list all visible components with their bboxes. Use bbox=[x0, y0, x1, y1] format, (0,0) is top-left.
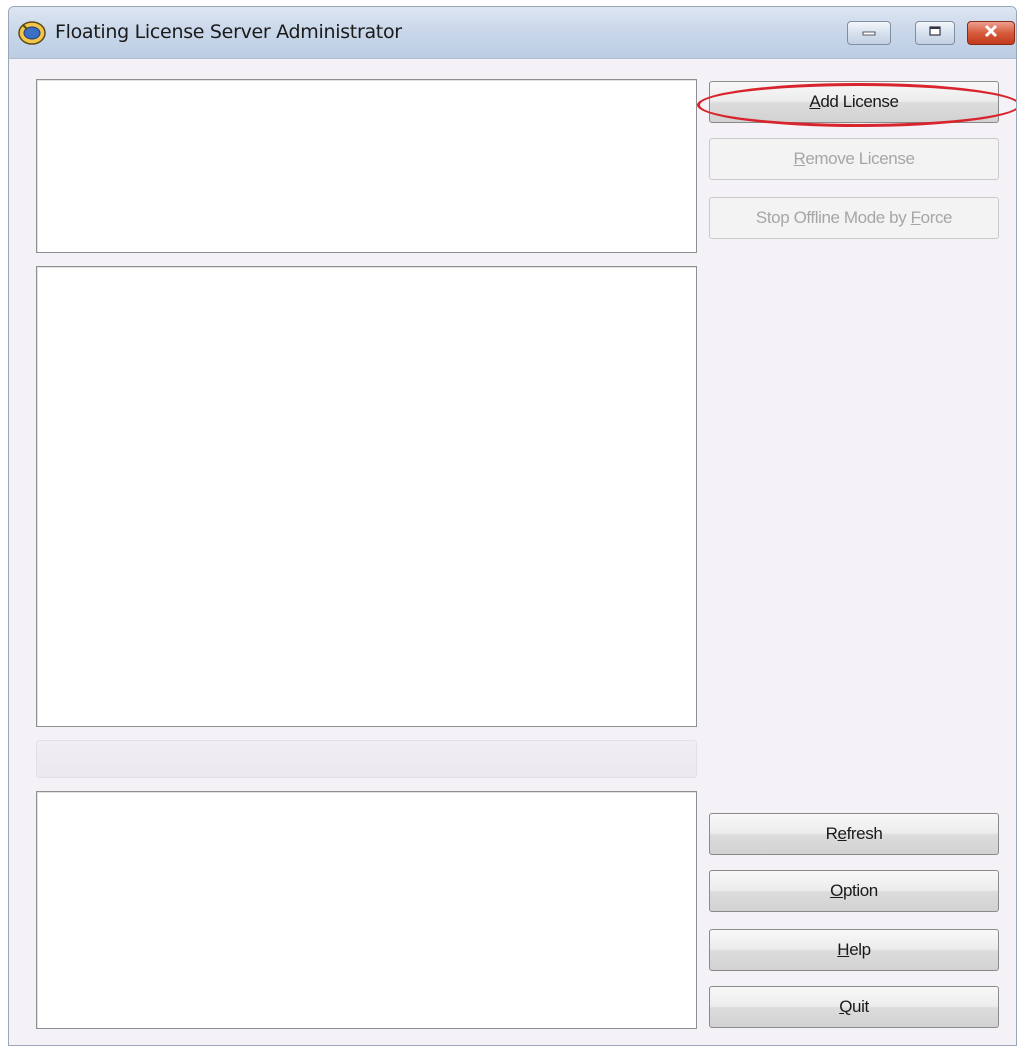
window-title: Floating License Server Administrator bbox=[55, 21, 402, 43]
license-detail-box[interactable] bbox=[36, 266, 697, 727]
remove-license-accel: R bbox=[793, 149, 806, 168]
license-list-box[interactable] bbox=[36, 79, 697, 253]
remove-license-button[interactable]: Remove License bbox=[709, 138, 999, 180]
help-label: elp bbox=[849, 940, 871, 959]
add-license-accel: A bbox=[809, 92, 821, 111]
log-box[interactable] bbox=[36, 791, 697, 1029]
quit-label: uit bbox=[852, 997, 869, 1016]
minimize-icon bbox=[861, 24, 877, 42]
help-accel: H bbox=[837, 940, 850, 959]
stop-offline-label-pre: Stop Offline Mode by bbox=[755, 208, 911, 227]
option-accel: O bbox=[830, 881, 843, 900]
remove-license-label: emove License bbox=[805, 149, 915, 168]
refresh-label-pre: R bbox=[825, 824, 838, 843]
status-bar bbox=[36, 740, 697, 778]
app-window: Floating License Server Administrator Ad… bbox=[8, 6, 1017, 1046]
close-icon bbox=[983, 24, 999, 43]
close-button[interactable] bbox=[967, 21, 1015, 45]
help-button[interactable]: Help bbox=[709, 929, 999, 971]
quit-accel: Q bbox=[839, 997, 853, 1016]
stop-offline-label-rest: orce bbox=[920, 208, 953, 227]
refresh-label-rest: fresh bbox=[846, 824, 883, 843]
minimize-button[interactable] bbox=[847, 21, 891, 45]
option-button[interactable]: Option bbox=[709, 870, 999, 912]
stop-offline-mode-button[interactable]: Stop Offline Mode by Force bbox=[709, 197, 999, 239]
refresh-accel: e bbox=[837, 824, 847, 843]
add-license-button[interactable]: Add License bbox=[709, 81, 999, 123]
add-license-label: dd License bbox=[820, 92, 899, 111]
title-bar[interactable]: Floating License Server Administrator bbox=[9, 7, 1016, 59]
option-label: ption bbox=[842, 881, 878, 900]
refresh-button[interactable]: Re fresh bbox=[709, 813, 999, 855]
maximize-button[interactable] bbox=[915, 21, 955, 45]
quit-button[interactable]: Quit bbox=[709, 986, 999, 1028]
stop-offline-accel: F bbox=[910, 208, 921, 227]
maximize-icon bbox=[928, 24, 942, 42]
floating-license-icon bbox=[17, 20, 47, 46]
